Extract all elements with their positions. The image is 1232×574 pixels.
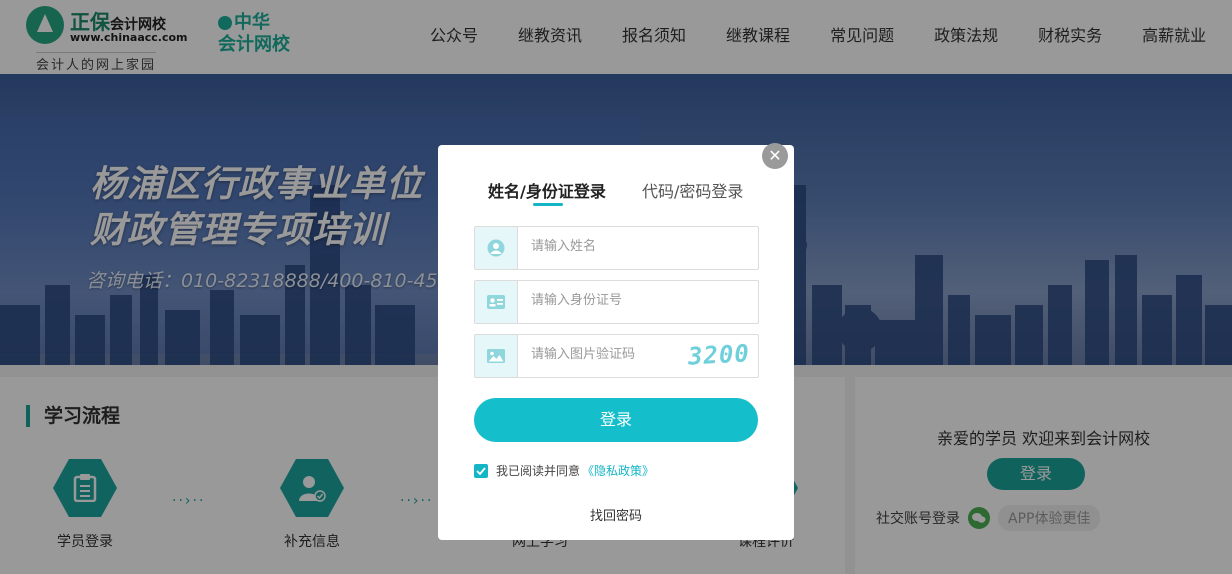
user-icon xyxy=(475,227,518,269)
tab-name-id-login[interactable]: 姓名/身份证登录 xyxy=(488,178,606,202)
privacy-agreement: 我已阅读并同意 《隐私政策》 xyxy=(474,462,654,479)
active-tab-indicator xyxy=(533,203,563,206)
login-button[interactable]: 登录 xyxy=(474,398,758,442)
close-icon[interactable]: ✕ xyxy=(762,143,788,169)
tab-code-password-login[interactable]: 代码/密码登录 xyxy=(642,178,743,202)
agree-text: 我已阅读并同意 xyxy=(496,464,581,478)
check-icon xyxy=(476,466,486,475)
forgot-password-link[interactable]: 找回密码 xyxy=(438,505,794,524)
captcha-input[interactable] xyxy=(529,346,683,363)
privacy-policy-link[interactable]: 《隐私政策》 xyxy=(582,462,654,479)
name-input[interactable] xyxy=(529,238,683,255)
image-icon xyxy=(475,335,518,377)
name-field xyxy=(474,226,759,270)
captcha-image[interactable]: 3200 xyxy=(688,339,751,370)
id-number-field xyxy=(474,280,759,324)
login-modal: 姓名/身份证登录 代码/密码登录 3200 登录 我已阅读并同意 《隐私政策》 … xyxy=(438,145,794,540)
id-number-input[interactable] xyxy=(529,292,683,309)
id-card-icon xyxy=(475,281,518,323)
captcha-field: 3200 xyxy=(474,334,759,378)
agree-checkbox[interactable] xyxy=(474,463,488,478)
